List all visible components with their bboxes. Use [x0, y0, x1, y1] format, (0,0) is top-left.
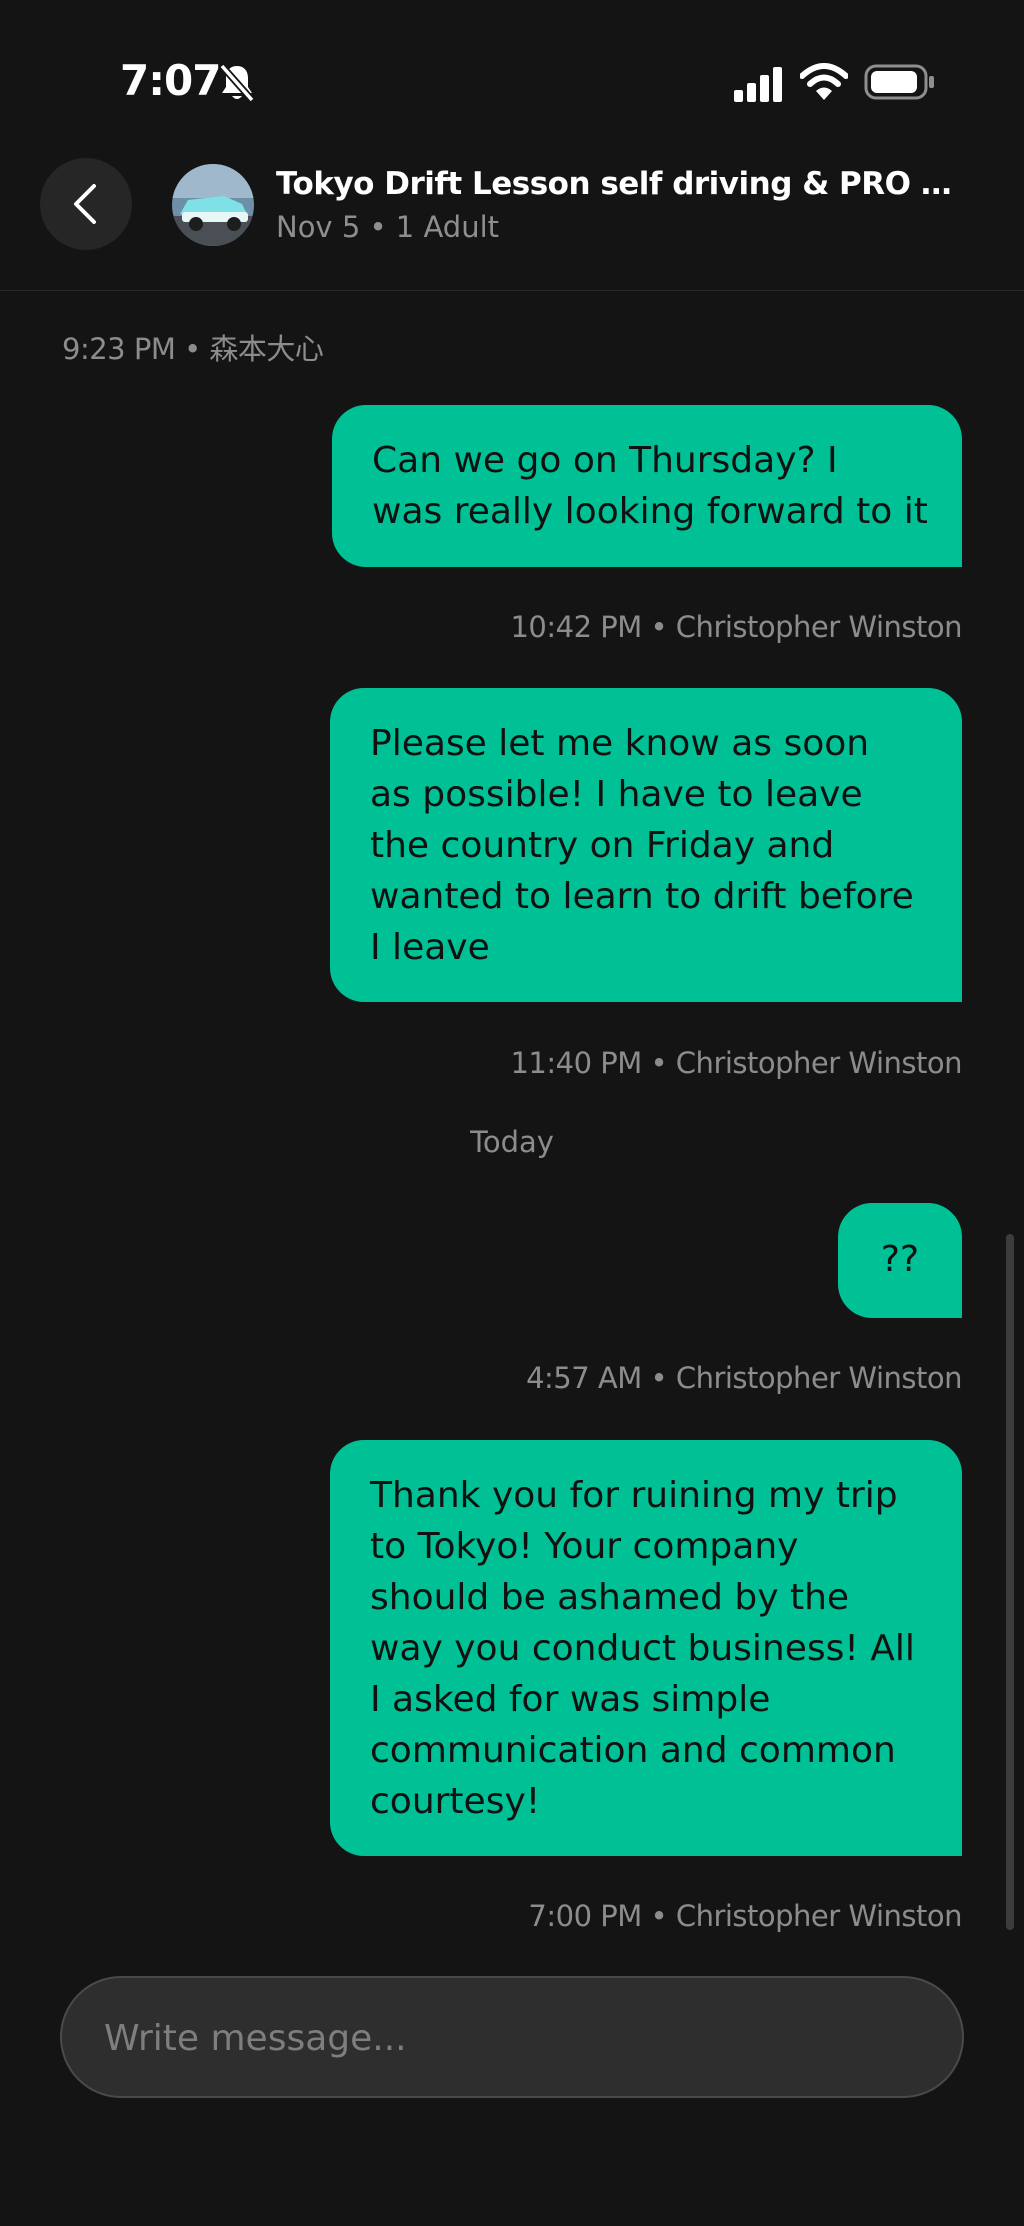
battery-icon — [864, 64, 936, 100]
message-meta: 10:42 PM • Christopher Winston — [510, 610, 962, 644]
message-bubble: ?? — [838, 1203, 962, 1318]
status-bar: 7:07 — [0, 0, 1024, 150]
message-bubble: Can we go on Thursday? I was really look… — [332, 405, 962, 567]
back-button[interactable] — [40, 158, 132, 250]
message-meta: 4:57 AM • Christopher Winston — [526, 1361, 962, 1395]
message-meta: 11:40 PM • Christopher Winston — [510, 1046, 962, 1080]
bell-muted-icon — [218, 62, 256, 103]
chevron-left-icon — [74, 184, 96, 224]
conversation-header: Tokyo Drift Lesson self driving & PRO ex… — [0, 150, 1024, 291]
message-composer — [60, 1976, 964, 2098]
booking-details: Nov 5 • 1 Adult — [276, 210, 500, 244]
wifi-icon — [799, 62, 849, 102]
message-input[interactable] — [102, 1978, 926, 2098]
cellular-signal-icon — [732, 66, 784, 102]
listing-avatar[interactable] — [172, 164, 254, 246]
date-divider: Today — [470, 1125, 554, 1159]
status-time: 7:07 — [120, 56, 221, 105]
message-bubble: Thank you for ruining my trip to Tokyo! … — [330, 1440, 962, 1856]
scrollbar[interactable] — [1006, 1234, 1014, 1930]
message-bubble: Please let me know as soon as possible! … — [330, 688, 962, 1002]
message-meta: 9:23 PM • 森本大心 — [62, 332, 324, 366]
listing-title[interactable]: Tokyo Drift Lesson self driving & PRO ex… — [276, 166, 956, 202]
message-meta: 7:00 PM • Christopher Winston — [528, 1899, 962, 1933]
